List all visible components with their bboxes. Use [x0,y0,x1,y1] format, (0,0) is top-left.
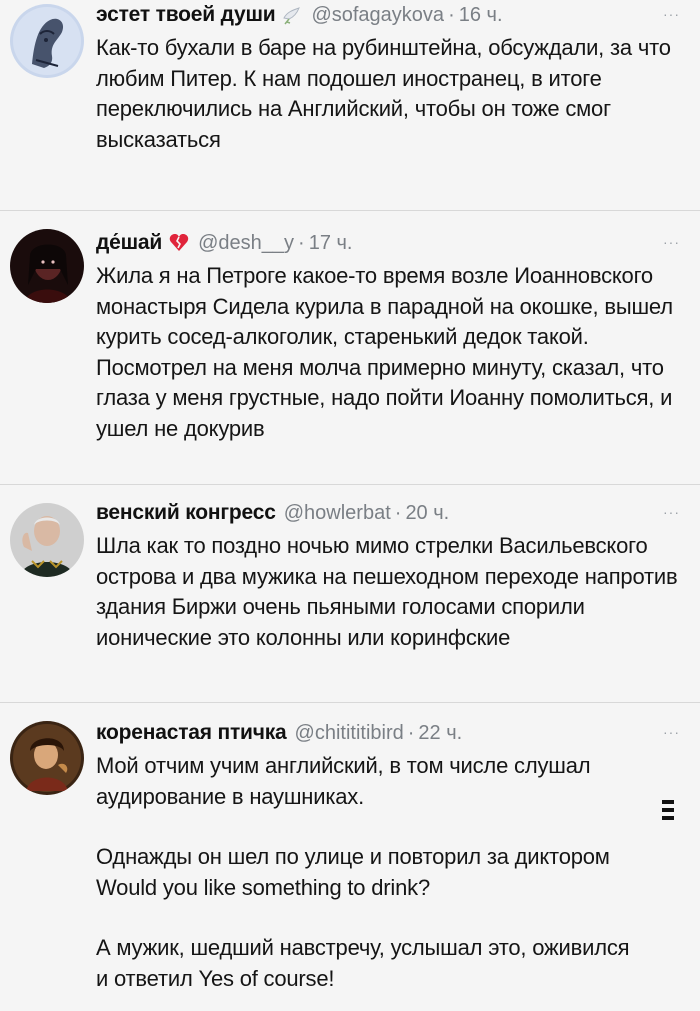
tweet-header: венский конгресс @howlerbat · 20 ч. ··· [96,498,680,528]
separator-dot: · [448,3,455,26]
tweet-3[interactable]: венский конгресс @howlerbat · 20 ч. ··· … [0,485,700,703]
tweet-paragraph: Однажды он шел по улице и повторил за ди… [96,844,610,900]
avatar[interactable] [10,721,84,795]
tweet-text: Шла как то поздно ночью мимо стрелки Вас… [96,531,682,653]
tweet-paragraph: Мой отчим учим английский, в том числе с… [96,753,591,809]
tweet-1[interactable]: эстет твоей души @sofagaykova · 16 ч. ··… [0,0,700,211]
tweet-header: де́шай @desh__y · 17 ч. ··· [96,228,680,258]
timestamp[interactable]: 17 ч. [309,232,353,255]
tweet-text: Мой отчим учим английский, в том числе с… [96,751,640,994]
tweet-paragraph: Как-то бухали в баре на рубинштейна, обс… [96,35,671,152]
dove-icon [281,4,303,26]
handle[interactable]: @howlerbat [284,502,391,525]
display-name[interactable]: эстет твоей души [96,3,276,27]
more-options-icon[interactable]: ··· [663,234,680,250]
separator-dot: · [298,231,305,254]
avatar-image [10,503,84,577]
more-options-icon[interactable]: ··· [663,6,680,22]
tweet-4[interactable]: коренастая птичка @chitititibird · 22 ч.… [0,703,700,1011]
tweet-header: эстет твоей души @sofagaykova · 16 ч. ··… [96,0,680,30]
more-options-icon[interactable]: ··· [663,504,680,520]
avatar[interactable] [10,4,84,78]
separator-dot: · [407,721,415,744]
timestamp[interactable]: 20 ч. [405,502,449,525]
tweet-feed: эстет твоей души @sofagaykova · 16 ч. ··… [0,0,700,1011]
avatar-image [10,721,84,795]
display-name[interactable]: коренастая птичка [96,721,287,745]
avatar[interactable] [10,229,84,303]
tweet-text: Жила я на Петроге какое-то время возле И… [96,261,682,444]
tweet-paragraph: А мужик, шедший навстречу, услышал это, … [96,935,630,991]
display-name[interactable]: де́шай [96,231,162,255]
display-name[interactable]: венский конгресс [96,501,276,525]
tweet-2[interactable]: де́шай @desh__y · 17 ч. ··· Жила я на Пе… [0,211,700,485]
broken-heart-icon [168,232,190,254]
tweet-header: коренастая птичка @chitititibird · 22 ч.… [96,718,680,748]
timestamp[interactable]: 22 ч. [418,722,462,745]
more-options-icon[interactable]: ··· [663,724,680,740]
avatar-image [10,229,84,303]
handle[interactable]: @desh__y [198,232,294,255]
avatar[interactable] [10,503,84,577]
handle[interactable]: @chitititibird [295,722,404,745]
separator-dot: · [394,501,402,524]
tweet-text: Как-то бухали в баре на рубинштейна, обс… [96,33,682,155]
avatar-image [10,4,84,78]
tweet-paragraph: Жила я на Петроге какое-то время возле И… [96,263,673,441]
scrollbar-handle-icon[interactable] [662,800,674,830]
handle[interactable]: @sofagaykova [311,4,444,27]
tweet-paragraph: Шла как то поздно ночью мимо стрелки Вас… [96,533,678,650]
timestamp[interactable]: 16 ч. [459,4,503,27]
